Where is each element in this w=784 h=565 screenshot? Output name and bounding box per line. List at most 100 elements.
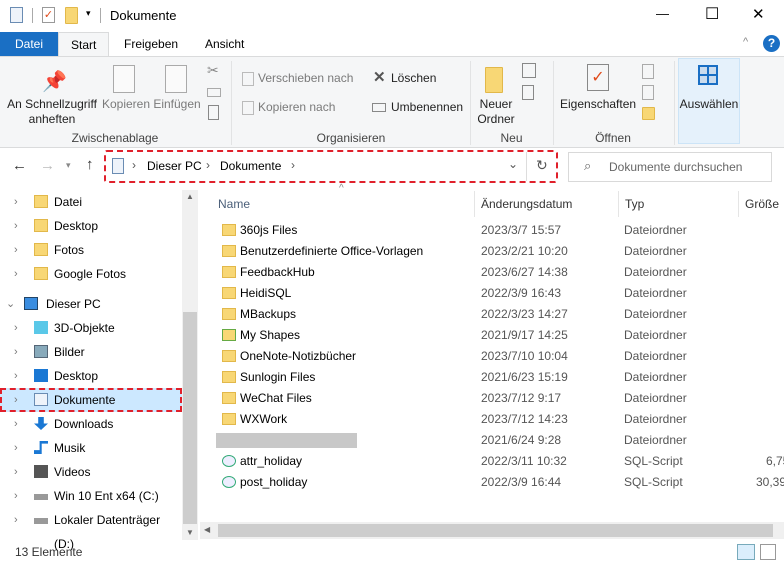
file-date: 2023/6/27 14:38 <box>481 265 568 279</box>
new-folder-button[interactable]: Neuer Ordner <box>474 97 518 127</box>
paste-button[interactable]: Einfügen <box>152 97 202 112</box>
new-folder-quick-icon[interactable] <box>65 7 78 24</box>
file-row[interactable]: MBackups 2022/3/23 14:27 Dateiordner <box>216 304 784 325</box>
paste-shortcut-icon[interactable] <box>208 105 219 120</box>
chevron-down-icon[interactable]: ⌄ <box>6 292 15 316</box>
tab-freigeben[interactable]: Freigeben <box>112 32 190 56</box>
chevron-right-icon[interactable]: › <box>14 262 18 286</box>
edit-icon[interactable] <box>642 85 654 100</box>
search-input[interactable]: Dokumente durchsuchen <box>568 152 772 182</box>
file-row[interactable]: post_holiday 2022/3/9 16:44 SQL-Script 30,3… <box>216 472 784 493</box>
file-row[interactable]: WeChat Files 2023/7/12 9:17 Dateiordner <box>216 388 784 409</box>
maximize-button[interactable]: ☐ <box>705 4 719 24</box>
rename-button[interactable]: Umbenennen <box>391 100 463 115</box>
nav-item[interactable]: › Win 10 Ent x64 (C:) <box>0 484 182 508</box>
chevron-right-icon[interactable]: › <box>14 460 18 484</box>
move-to-button[interactable]: Verschieben nach <box>258 71 353 86</box>
scroll-thumb[interactable] <box>183 312 197 524</box>
nav-item[interactable]: › Google Fotos <box>0 262 182 286</box>
file-row[interactable]: WXWork 2023/7/12 14:23 Dateiordner <box>216 409 784 430</box>
open-icon[interactable] <box>642 64 654 79</box>
nav-scrollbar[interactable]: ▲ ▼ <box>182 190 198 540</box>
close-button[interactable]: ✕ <box>752 5 765 23</box>
chevron-right-icon[interactable]: › <box>14 484 18 508</box>
file-row[interactable]: FeedbackHub 2023/6/27 14:38 Dateiordner <box>216 262 784 283</box>
up-button[interactable]: ↑ <box>86 156 94 173</box>
desktop-icon <box>34 369 48 382</box>
nav-item[interactable]: › Musik <box>0 436 182 460</box>
nav-item-label: Dokumente <box>54 393 116 407</box>
properties-button[interactable]: Eigenschaften <box>560 97 636 112</box>
chevron-right-icon[interactable]: › <box>14 316 18 340</box>
large-icons-view-button[interactable] <box>760 544 776 560</box>
scroll-up-icon[interactable]: ▲ <box>186 192 194 201</box>
column-header-name[interactable]: Name <box>212 191 474 217</box>
file-row[interactable]: attr_holiday 2022/3/11 10:32 SQL-Script 6,7… <box>216 451 784 472</box>
new-item-icon[interactable] <box>522 63 536 78</box>
collapse-ribbon-icon[interactable]: ^ <box>743 36 748 48</box>
nav-item[interactable]: › Dokumente <box>0 388 182 412</box>
select-button[interactable]: Auswählen <box>678 97 740 112</box>
address-bar[interactable]: › Dieser PC › Dokumente › ⌄ ↻ <box>104 150 558 183</box>
nav-item[interactable]: › Videos <box>0 460 182 484</box>
file-row[interactable]: OneNote-Notizbücher 2023/7/10 10:04 Dateio… <box>216 346 784 367</box>
delete-button[interactable]: Löschen <box>391 71 436 86</box>
copy-path-icon[interactable] <box>207 88 221 97</box>
cut-icon[interactable]: ✂ <box>207 62 219 79</box>
properties-check-icon[interactable]: ✓ <box>42 7 55 23</box>
chevron-right-icon[interactable]: › <box>14 214 18 238</box>
list-scrollbar[interactable]: ◀ <box>200 522 784 539</box>
nav-item[interactable]: › Bilder <box>0 340 182 364</box>
copy-to-button[interactable]: Kopieren nach <box>258 100 335 115</box>
address-dropdown-icon[interactable]: ⌄ <box>508 157 518 171</box>
chevron-right-icon[interactable]: › <box>14 238 18 262</box>
chevron-right-icon[interactable]: › <box>14 388 18 412</box>
column-header-date[interactable]: Änderungsdatum <box>474 191 618 217</box>
properties-quick-icon[interactable] <box>10 7 23 23</box>
nav-item[interactable]: › Downloads <box>0 412 182 436</box>
chevron-right-icon[interactable]: › <box>14 364 18 388</box>
recent-locations-button[interactable]: ▾ <box>66 160 71 171</box>
breadcrumb-dieser-pc[interactable]: Dieser PC <box>147 159 202 173</box>
help-icon[interactable]: ? <box>763 35 780 52</box>
chevron-right-icon[interactable]: › <box>14 340 18 364</box>
file-date: 2021/9/17 14:25 <box>481 328 568 342</box>
customize-quick-access-icon[interactable]: ▾ <box>86 8 91 19</box>
forward-button[interactable]: → <box>40 157 55 174</box>
tab-ansicht[interactable]: Ansicht <box>193 32 256 56</box>
ribbon: 📌 An Schnellzugriff anheften Kopieren Ei… <box>0 56 784 148</box>
breadcrumb-dokumente[interactable]: Dokumente <box>220 159 281 173</box>
scroll-left-icon[interactable]: ◀ <box>204 525 210 534</box>
file-row[interactable]: Sunlogin Files 2021/6/23 15:19 Dateiordner <box>216 367 784 388</box>
history-icon[interactable] <box>642 107 655 120</box>
chevron-right-icon[interactable]: › <box>14 508 18 532</box>
file-row[interactable]: HeidiSQL 2022/3/9 16:43 Dateiordner <box>216 283 784 304</box>
chevron-right-icon[interactable]: › <box>14 412 18 436</box>
back-button[interactable]: ← <box>12 157 27 174</box>
nav-item[interactable]: › Lokaler Datenträger (D:) <box>0 508 182 551</box>
nav-item[interactable]: › Desktop <box>0 214 182 238</box>
pin-quick-access-button[interactable]: An Schnellzugriff anheften <box>6 97 98 127</box>
scroll-thumb[interactable] <box>218 524 773 537</box>
tab-start[interactable]: Start <box>58 32 110 57</box>
copy-button[interactable]: Kopieren <box>100 97 152 112</box>
easy-access-icon[interactable] <box>522 85 534 100</box>
nav-item[interactable]: › Fotos <box>0 238 182 262</box>
minimize-button[interactable]: — <box>656 6 669 21</box>
chevron-right-icon[interactable]: › <box>14 436 18 460</box>
file-row[interactable]: My Shapes 2021/9/17 14:25 Dateiordner <box>216 325 784 346</box>
scroll-down-icon[interactable]: ▼ <box>186 528 194 537</box>
nav-item[interactable]: ⌄ Dieser PC <box>0 292 182 316</box>
chevron-right-icon[interactable]: › <box>14 190 18 214</box>
nav-item[interactable]: › 3D-Objekte <box>0 316 182 340</box>
file-row[interactable]: Benutzerdefinierte Office-Vorlagen 2023/2… <box>216 241 784 262</box>
details-view-button[interactable] <box>737 544 755 560</box>
nav-item[interactable]: › Desktop <box>0 364 182 388</box>
nav-item[interactable]: › Datei <box>0 190 182 214</box>
file-row[interactable]: 2021/6/24 9:28 Dateiordner <box>216 430 784 451</box>
column-header-size[interactable]: Größe <box>738 191 784 217</box>
tab-datei[interactable]: Datei <box>0 32 58 56</box>
file-row[interactable]: 360js Files 2023/3/7 15:57 Dateiordner <box>216 220 784 241</box>
column-header-type[interactable]: Typ <box>618 191 738 217</box>
refresh-icon[interactable]: ↻ <box>536 157 548 174</box>
